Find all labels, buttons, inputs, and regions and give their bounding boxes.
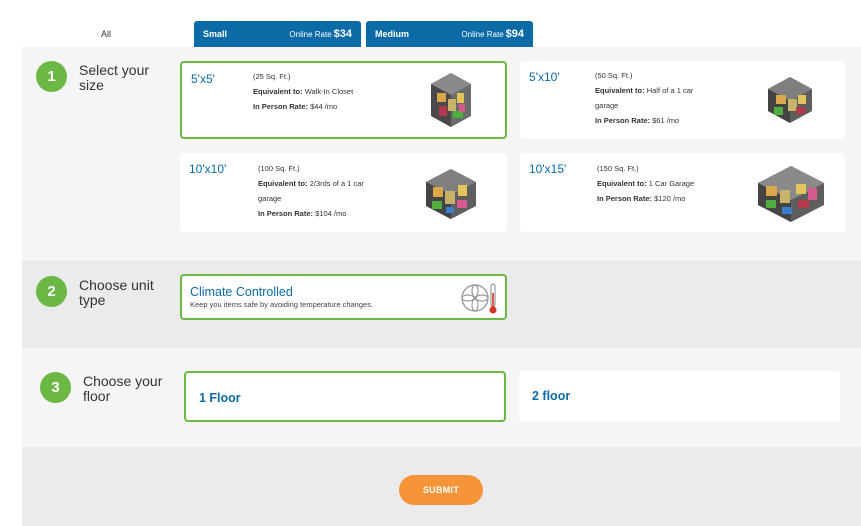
step-2-number: 2 [36,276,67,307]
unit-type-section: 2 Choose unit type Climate Controlled Ke… [22,261,861,348]
size-details: (150 Sq. Ft.) Equivalent to: 1 Car Garag… [597,161,737,206]
tab-medium-rate-label: Online Rate [461,30,504,39]
size-sqft: (50 Sq. Ft.) [595,71,633,80]
tab-medium-name: Medium [375,29,410,39]
storage-unit-10x15-icon [758,166,824,222]
size-rate: In Person Rate: $104 /mo [258,209,347,218]
step-1-title: Select your size [79,62,150,93]
step-3-number: 3 [40,372,71,403]
storage-unit-selector: All Small Online Rate $34 Medium Online … [0,0,861,526]
size-label: 5'x10' [529,70,560,84]
unit-type-description: Keep you items safe by avoiding temperat… [190,300,374,309]
size-sqft: (100 Sq. Ft.) [258,164,300,173]
size-card-10x10[interactable]: 10'x10' (100 Sq. Ft.) Equivalent to: 2/3… [180,153,507,232]
step-3: 3 Choose your floor [40,372,173,404]
size-card-5x5[interactable]: 5'x5' (25 Sq. Ft.) Equivalent to: Walk-I… [180,61,507,139]
size-label: 5'x5' [191,72,215,86]
size-card-5x10[interactable]: 5'x10' (50 Sq. Ft.) Equivalent to: Half … [520,61,845,139]
submit-button[interactable]: SUBMIT [399,475,483,505]
tab-small-rate-value: $34 [333,28,352,40]
size-equivalent: Equivalent to: Half of a 1 car garage [595,86,694,110]
unit-type-title: Climate Controlled [190,285,293,299]
fan-thermometer-icon [461,283,497,314]
step-1: 1 Select your size [36,61,169,93]
size-card-10x15[interactable]: 10'x15' (150 Sq. Ft.) Equivalent to: 1 C… [520,153,845,232]
storage-unit-5x10-icon [768,77,812,123]
size-details: (100 Sq. Ft.) Equivalent to: 2/3rds of a… [258,161,383,221]
tab-medium-rate-value: $94 [505,28,524,40]
floor-option-1[interactable]: 1 Floor [184,371,506,422]
tab-small-name: Small [203,29,228,39]
unit-type-climate-controlled[interactable]: Climate Controlled Keep you items safe b… [180,274,507,320]
size-label: 10'x15' [529,162,567,176]
size-equivalent: Equivalent to: 1 Car Garage [597,179,695,188]
size-details: (50 Sq. Ft.) Equivalent to: Half of a 1 … [595,68,710,128]
size-sqft: (150 Sq. Ft.) [597,164,639,173]
tab-small-rate-label: Online Rate [289,30,332,39]
size-section: 1 Select your size 5'x5' (25 Sq. Ft.) Eq… [22,47,861,261]
size-rate: In Person Rate: $120 /mo [597,194,686,203]
tab-small[interactable]: Small Online Rate $34 [194,21,361,47]
floor-label: 2 floor [532,389,571,403]
floor-option-2[interactable]: 2 floor [519,371,840,422]
size-details: (25 Sq. Ft.) Equivalent to: Walk-In Clos… [253,69,393,114]
size-equivalent: Equivalent to: 2/3rds of a 1 car garage [258,179,364,203]
floor-label: 1 Floor [199,391,241,405]
size-rate: In Person Rate: $61 /mo [595,116,680,125]
storage-unit-5x5-icon [431,73,471,127]
storage-unit-10x10-icon [426,169,476,219]
size-label: 10'x10' [189,162,227,176]
tab-all[interactable]: All [22,20,190,47]
tab-small-rate: Online Rate $34 [289,28,352,40]
step-2: 2 Choose unit type [36,276,169,308]
size-equivalent: Equivalent to: Walk-In Closet [253,87,354,96]
floor-section: 3 Choose your floor 1 Floor 2 floor [22,348,861,447]
tab-medium-rate: Online Rate $94 [461,28,524,40]
step-1-number: 1 [36,61,67,92]
size-rate: In Person Rate: $44 /mo [253,102,338,111]
step-2-title: Choose unit type [79,277,154,308]
step-3-title: Choose your floor [83,373,163,404]
size-sqft: (25 Sq. Ft.) [253,72,291,81]
tab-medium[interactable]: Medium Online Rate $94 [366,21,533,47]
